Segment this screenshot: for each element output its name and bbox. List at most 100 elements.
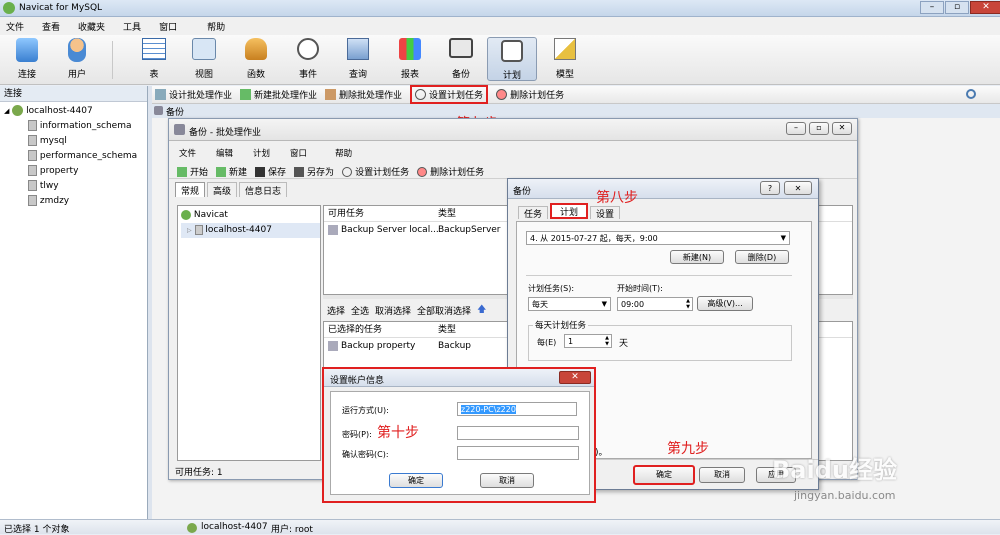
spinner-icon: ▲ ▼	[686, 298, 690, 310]
schedule-icon	[501, 40, 523, 62]
menubar: 文件 查看 收藏夹 工具 窗口 帮助	[0, 17, 1000, 35]
delete-batch-button[interactable]: 删除批处理作业	[325, 88, 402, 101]
clock-icon	[415, 89, 427, 100]
toolbar-view[interactable]: 视图	[187, 38, 221, 80]
tab-task[interactable]: 任务	[518, 206, 549, 220]
tab-advanced[interactable]: 高级	[207, 182, 238, 197]
batch-close-button[interactable]: ✕	[832, 122, 852, 135]
tree-db-item[interactable]: mysql	[4, 134, 147, 149]
deselect-button[interactable]: 取消选择	[375, 304, 411, 317]
batch-menu-help[interactable]: 帮助	[335, 147, 352, 159]
start-time-field[interactable]: 09:00 ▲ ▼	[617, 297, 693, 311]
confirm-password-field[interactable]	[457, 446, 579, 460]
help-button[interactable]: ?	[760, 181, 780, 195]
tab-log[interactable]: 信息日志	[239, 182, 288, 197]
design-batch-button[interactable]: 设计批处理作业	[155, 88, 232, 101]
watermark: Baidu经验 jingyan.baidu.com	[772, 450, 972, 502]
toolbar-table[interactable]: 表	[137, 38, 171, 80]
backup-icon	[328, 341, 338, 351]
delete-clock-icon	[496, 89, 508, 100]
batch-delete-schedule-button[interactable]: 删除计划任务	[417, 165, 484, 178]
schedule-select[interactable]: 4. 从 2015-07-27 起，每天，9:00 ▼	[526, 231, 790, 245]
set-schedule-button[interactable]: 设置计划任务	[410, 85, 489, 104]
advanced-button[interactable]: 高级(V)...	[697, 296, 753, 311]
dialog-close-button[interactable]: ✕	[784, 181, 812, 195]
tree-connection[interactable]: ▷ localhost-4407	[181, 223, 320, 238]
batch-minimize-button[interactable]: –	[786, 122, 806, 135]
start-button[interactable]: 开始	[177, 165, 208, 178]
every-days-stepper[interactable]: 1 ▲ ▼	[564, 334, 612, 348]
account-close-button[interactable]: ✕	[559, 371, 591, 384]
batch-menu-window[interactable]: 窗口	[290, 147, 307, 159]
toolbar-schedule[interactable]: 计划	[487, 37, 537, 81]
deselect-all-button[interactable]: 全部取消选择	[417, 304, 471, 317]
status-bar: 已选择 1 个对象 localhost-4407 用户: root	[0, 519, 1000, 535]
tree-db-item[interactable]: tlwy	[4, 179, 147, 194]
batch-status: 可用任务: 1	[175, 468, 223, 478]
design-job-icon	[155, 89, 166, 100]
event-icon	[297, 38, 319, 60]
schedule-ok-button[interactable]: 确定	[633, 465, 695, 485]
object-tab[interactable]: 备份	[152, 104, 1000, 118]
tab-schedule[interactable]: 计划	[550, 203, 589, 219]
batch-set-schedule-button[interactable]: 设置计划任务	[342, 165, 409, 178]
toolbar-report[interactable]: 报表	[393, 38, 427, 80]
menu-file[interactable]: 文件	[6, 20, 24, 35]
search-icon[interactable]	[966, 89, 976, 99]
model-icon	[554, 38, 576, 60]
select-all-button[interactable]: 全选	[351, 304, 369, 317]
move-up-icon[interactable]: 🡅	[477, 302, 486, 318]
password-field[interactable]	[457, 426, 579, 440]
delete-schedule-button[interactable]: 删除计划任务	[496, 88, 564, 101]
toolbar-function[interactable]: 函数	[239, 38, 273, 80]
toolbar-backup[interactable]: 备份	[444, 38, 478, 80]
tree-db-item[interactable]: property	[4, 164, 147, 179]
database-icon	[28, 135, 37, 146]
navicat-icon	[181, 209, 191, 220]
new-button[interactable]: 新建	[216, 165, 247, 178]
tree-db-item[interactable]: zmdzy	[4, 194, 147, 209]
task-frequency-select[interactable]: 每天 ▼	[528, 297, 611, 311]
tree-db-item[interactable]: performance_schema	[4, 149, 147, 164]
save-as-button[interactable]: 另存为	[294, 165, 334, 178]
tab-settings[interactable]: 设置	[590, 206, 621, 220]
select-button[interactable]: 选择	[327, 304, 345, 317]
tab-general[interactable]: 常规	[175, 182, 206, 197]
annotation-step10: 第十步	[377, 425, 419, 441]
tree-connection-root[interactable]: ◢ localhost-4407	[4, 104, 147, 119]
backup-tab-icon	[154, 106, 163, 115]
run-as-field[interactable]: z220-PC\z220	[457, 402, 577, 416]
menu-help[interactable]: 帮助	[207, 20, 225, 35]
batch-menu-file[interactable]: 文件	[179, 147, 196, 159]
batch-maximize-button[interactable]: ▫	[809, 122, 829, 135]
new-schedule-button[interactable]: 新建(N)	[670, 250, 724, 264]
menu-tools[interactable]: 工具	[123, 20, 141, 35]
maximize-button[interactable]: ▫	[945, 1, 969, 14]
minimize-button[interactable]: –	[920, 1, 944, 14]
toolbar-connect[interactable]: 连接	[10, 38, 44, 80]
close-button[interactable]: ✕	[970, 1, 1000, 14]
delete-schedule-button[interactable]: 删除(D)	[735, 250, 789, 264]
toolbar-event[interactable]: 事件	[291, 38, 325, 80]
toolbar-user[interactable]: 用户	[60, 38, 94, 80]
menu-window[interactable]: 窗口	[159, 20, 177, 35]
toolbar-model[interactable]: 模型	[548, 38, 582, 80]
account-ok-button[interactable]: 确定	[389, 473, 443, 488]
batch-menu-edit[interactable]: 编辑	[216, 147, 233, 159]
database-icon	[28, 165, 37, 176]
account-cancel-button[interactable]: 取消	[480, 473, 534, 488]
tree-db-item[interactable]: information_schema	[4, 119, 147, 134]
batch-menu-schedule[interactable]: 计划	[253, 147, 270, 159]
menu-favorites[interactable]: 收藏夹	[78, 20, 105, 35]
toolbar-query[interactable]: 查询	[341, 38, 375, 80]
object-toolbar: 设计批处理作业 新建批处理作业 删除批处理作业 设置计划任务 删除计划任务	[152, 85, 1000, 104]
schedule-cancel-button[interactable]: 取消	[699, 467, 745, 483]
batch-toolbar: 开始 新建 保存 另存为 设置计划任务 删除计划任务	[169, 159, 857, 179]
connection-icon	[194, 224, 203, 235]
new-icon	[216, 166, 227, 177]
new-batch-button[interactable]: 新建批处理作业	[240, 88, 317, 101]
save-button[interactable]: 保存	[255, 165, 286, 178]
tree-navicat[interactable]: Navicat	[181, 208, 320, 223]
title-bar: Navicat for MySQL – ▫ ✕	[0, 0, 1000, 17]
menu-view[interactable]: 查看	[42, 20, 60, 35]
